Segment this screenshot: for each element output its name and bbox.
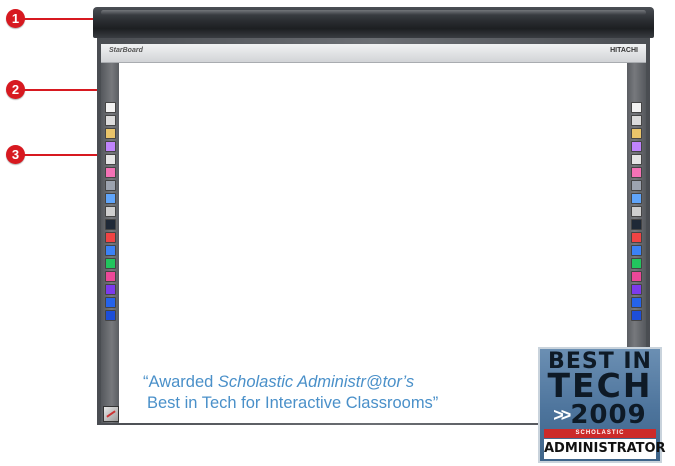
tool-button-icon[interactable] bbox=[631, 206, 642, 217]
tool-button-icon[interactable] bbox=[631, 115, 642, 126]
tool-button-icon[interactable] bbox=[631, 219, 642, 230]
tool-button-icon[interactable] bbox=[631, 245, 642, 256]
eraser-icon[interactable] bbox=[103, 406, 119, 422]
badge-tech: TECH bbox=[547, 366, 653, 405]
right-function-buttons bbox=[631, 102, 642, 321]
badge-administrator: ADMINISTRATOR bbox=[544, 439, 666, 459]
tool-button-icon[interactable] bbox=[105, 193, 116, 204]
chevrons-icon: >> bbox=[553, 404, 571, 425]
badge-year: 2009 bbox=[570, 400, 647, 430]
tool-button-icon[interactable] bbox=[105, 141, 116, 152]
callout-number: 1 bbox=[6, 9, 25, 28]
tool-button-icon[interactable] bbox=[631, 310, 642, 321]
tool-button-icon[interactable] bbox=[631, 102, 642, 113]
tool-button-icon[interactable] bbox=[105, 232, 116, 243]
tool-button-icon[interactable] bbox=[631, 167, 642, 178]
tool-button-icon[interactable] bbox=[105, 297, 116, 308]
quote-publication: Scholastic Administr@tor’s bbox=[217, 373, 415, 391]
tool-button-icon[interactable] bbox=[105, 258, 116, 269]
callout-line bbox=[24, 18, 96, 20]
badge-scholastic: SCHOLASTIC bbox=[544, 429, 656, 438]
callout-number: 3 bbox=[6, 145, 25, 164]
quote-line-2: Best in Tech for Interactive Classrooms” bbox=[147, 394, 439, 412]
pen-tray-top bbox=[93, 7, 654, 38]
callout-number: 2 bbox=[6, 80, 25, 99]
tool-button-icon[interactable] bbox=[631, 154, 642, 165]
tool-button-icon[interactable] bbox=[631, 180, 642, 191]
brand-starboard: StarBoard bbox=[109, 47, 143, 54]
tool-button-icon[interactable] bbox=[105, 310, 116, 321]
tool-button-icon[interactable] bbox=[631, 271, 642, 282]
tool-button-icon[interactable] bbox=[105, 128, 116, 139]
tool-button-icon[interactable] bbox=[105, 180, 116, 191]
tool-button-icon[interactable] bbox=[105, 219, 116, 230]
tool-button-icon[interactable] bbox=[105, 206, 116, 217]
tool-button-icon[interactable] bbox=[631, 141, 642, 152]
tool-button-icon[interactable] bbox=[105, 115, 116, 126]
board-header: StarBoard HITACHI bbox=[101, 44, 646, 63]
tool-button-icon[interactable] bbox=[631, 128, 642, 139]
tool-button-icon[interactable] bbox=[631, 232, 642, 243]
quote-open: “Awarded bbox=[143, 373, 218, 391]
award-quote: “Awarded Scholastic Administr@tor’s Best… bbox=[143, 372, 533, 414]
tool-button-icon[interactable] bbox=[105, 271, 116, 282]
tool-button-icon[interactable] bbox=[631, 258, 642, 269]
tool-button-icon[interactable] bbox=[105, 245, 116, 256]
tool-button-icon[interactable] bbox=[631, 297, 642, 308]
badge-year-row: >> 2009 bbox=[544, 400, 656, 430]
tool-button-icon[interactable] bbox=[631, 193, 642, 204]
tool-button-icon[interactable] bbox=[105, 284, 116, 295]
tool-button-icon[interactable] bbox=[631, 284, 642, 295]
award-badge: BEST IN TECH >> 2009 SCHOLASTIC ADMINIST… bbox=[538, 347, 666, 463]
tool-button-icon[interactable] bbox=[105, 167, 116, 178]
tool-button-icon[interactable] bbox=[105, 102, 116, 113]
tool-button-icon[interactable] bbox=[105, 154, 116, 165]
left-function-buttons bbox=[105, 102, 116, 321]
brand-hitachi: HITACHI bbox=[610, 47, 638, 54]
